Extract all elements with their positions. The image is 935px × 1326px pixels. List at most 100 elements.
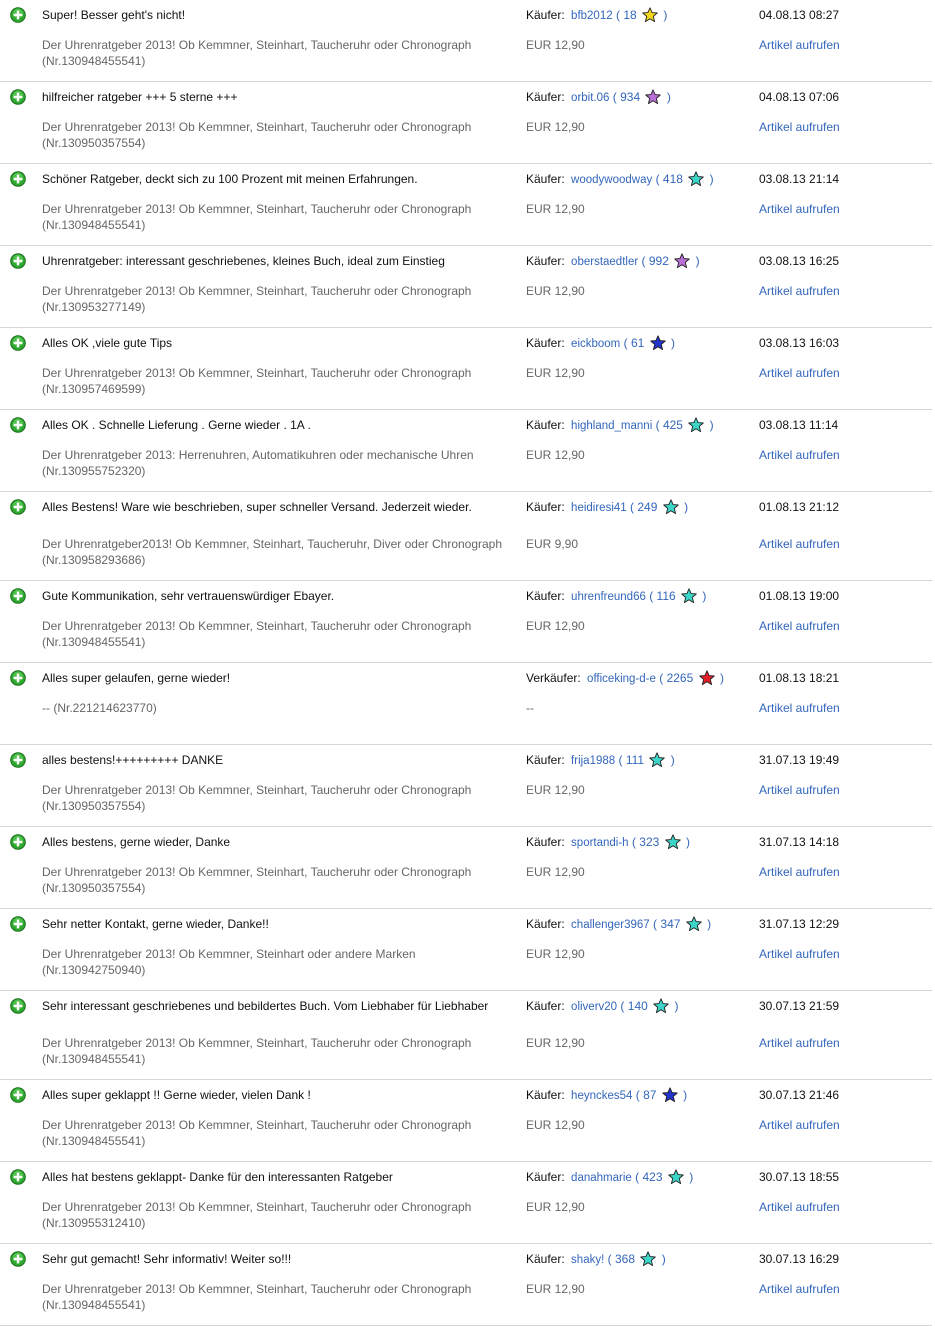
feedback-comment: hilfreicher ratgeber +++ 5 sterne +++ bbox=[42, 90, 238, 104]
score-close-paren: ) bbox=[689, 1170, 694, 1184]
star-icon[interactable] bbox=[662, 1087, 678, 1103]
view-item-link[interactable]: Artikel aufrufen bbox=[759, 1035, 919, 1051]
view-item-link[interactable]: Artikel aufrufen bbox=[759, 1199, 919, 1215]
star-icon[interactable] bbox=[662, 499, 679, 515]
rater-username-link[interactable]: officeking-d-e bbox=[587, 673, 656, 685]
rater-role: Käufer: bbox=[526, 90, 565, 104]
view-item-link[interactable]: Artikel aufrufen bbox=[759, 447, 919, 463]
rater-info: Käufer: danahmarie ( 423 ) bbox=[526, 1169, 756, 1186]
star-icon[interactable] bbox=[649, 752, 666, 768]
rater-username-link[interactable]: challenger3967 bbox=[571, 919, 650, 931]
item-title: Der Uhrenratgeber 2013! Ob Kemmner, Stei… bbox=[42, 1200, 472, 1230]
rater-score-link[interactable]: 423 bbox=[642, 1170, 662, 1184]
rater-score-link[interactable]: 934 bbox=[620, 90, 640, 104]
rater-username-link[interactable]: shaky! bbox=[571, 1254, 604, 1266]
view-item-link[interactable]: Artikel aufrufen bbox=[759, 536, 919, 552]
rater-score-link[interactable]: 61 bbox=[631, 336, 644, 350]
rater-score-link[interactable]: 116 bbox=[657, 589, 676, 603]
view-item-link[interactable]: Artikel aufrufen bbox=[759, 782, 919, 798]
plus-circle-icon bbox=[10, 417, 26, 433]
rater-score-link[interactable]: 368 bbox=[615, 1252, 635, 1266]
rater-username-link[interactable]: orbit.06 bbox=[571, 92, 609, 104]
rater-score-link[interactable]: 323 bbox=[639, 835, 659, 849]
feedback-row: Alles super gelaufen, gerne wieder! -- (… bbox=[0, 663, 932, 745]
star-icon[interactable] bbox=[668, 1169, 684, 1185]
star-icon[interactable] bbox=[649, 335, 666, 351]
score-open-paren: ( bbox=[635, 1170, 640, 1184]
rater-score-link[interactable]: 347 bbox=[660, 917, 680, 931]
feedback-row: alles bestens!+++++++++ DANKE Der Uhrenr… bbox=[0, 745, 932, 827]
rater-username-link[interactable]: bfb2012 bbox=[571, 10, 613, 22]
rater-username-link[interactable]: woodywoodway bbox=[571, 174, 652, 186]
rater-score-link[interactable]: 2265 bbox=[667, 671, 694, 685]
rater-score-link[interactable]: 111 bbox=[626, 753, 644, 767]
star-icon[interactable] bbox=[664, 834, 681, 850]
feedback-row: Alles super geklappt !! Gerne wieder, vi… bbox=[0, 1080, 932, 1162]
view-item-link[interactable]: Artikel aufrufen bbox=[759, 37, 919, 53]
view-item-link[interactable]: Artikel aufrufen bbox=[759, 618, 919, 634]
item-price: EUR 12,90 bbox=[526, 1200, 585, 1214]
view-item-link[interactable]: Artikel aufrufen bbox=[759, 1281, 919, 1297]
feedback-row: Sehr interessant geschriebenes und bebil… bbox=[0, 991, 932, 1080]
view-item-link[interactable]: Artikel aufrufen bbox=[759, 1117, 919, 1133]
star-icon[interactable] bbox=[688, 417, 705, 433]
rater-score-link[interactable]: 87 bbox=[643, 1088, 656, 1102]
rater-score-link[interactable]: 140 bbox=[628, 999, 648, 1013]
score-close-paren: ) bbox=[686, 835, 690, 849]
rater-username-link[interactable]: heidiresi41 bbox=[571, 502, 627, 514]
rater-score-link[interactable]: 425 bbox=[663, 418, 683, 432]
rater-username-link[interactable]: eickboom bbox=[571, 338, 620, 350]
feedback-row: Alles hat bestens geklappt- Danke für de… bbox=[0, 1162, 932, 1244]
star-icon[interactable] bbox=[688, 171, 705, 187]
item-price: EUR 12,90 bbox=[526, 947, 585, 961]
view-item-link[interactable]: Artikel aufrufen bbox=[759, 864, 919, 880]
score-open-paren: ( bbox=[653, 917, 658, 931]
rater-username-link[interactable]: sportandi-h bbox=[571, 837, 629, 849]
feedback-comment: Super! Besser geht's nicht! bbox=[42, 8, 186, 22]
star-icon[interactable] bbox=[640, 1251, 657, 1267]
star-icon[interactable] bbox=[698, 670, 715, 686]
rater-info: Käufer: challenger3967 ( 347 ) bbox=[526, 916, 756, 933]
plus-circle-icon bbox=[10, 998, 26, 1014]
item-price: EUR 12,90 bbox=[526, 783, 585, 797]
rater-info: Käufer: uhrenfreund66 ( 116 ) bbox=[526, 588, 756, 605]
rater-score-link[interactable]: 992 bbox=[649, 254, 669, 268]
feedback-date: 01.08.13 19:00 bbox=[759, 589, 840, 603]
view-item-link[interactable]: Artikel aufrufen bbox=[759, 119, 919, 135]
rater-username-link[interactable]: danahmarie bbox=[571, 1172, 632, 1184]
star-icon[interactable] bbox=[645, 89, 662, 105]
feedback-comment: Sehr gut gemacht! Sehr informativ! Weite… bbox=[42, 1252, 292, 1266]
score-open-paren: ( bbox=[618, 753, 623, 767]
star-icon[interactable] bbox=[681, 588, 697, 604]
rater-username-link[interactable]: oberstaedtler bbox=[571, 256, 638, 268]
item-price: EUR 12,90 bbox=[526, 619, 585, 633]
star-icon[interactable] bbox=[674, 253, 690, 269]
rater-score-link[interactable]: 418 bbox=[663, 172, 683, 186]
rater-username-link[interactable]: heynckes54 bbox=[571, 1090, 632, 1102]
feedback-comment: alles bestens!+++++++++ DANKE bbox=[42, 753, 224, 767]
star-icon[interactable] bbox=[686, 916, 702, 932]
rater-username-link[interactable]: frija1988 bbox=[571, 755, 615, 767]
rater-username-link[interactable]: oliverv20 bbox=[571, 1001, 617, 1013]
feedback-date: 03.08.13 16:25 bbox=[759, 254, 840, 268]
rater-username-link[interactable]: highland_manni bbox=[571, 420, 652, 432]
view-item-link[interactable]: Artikel aufrufen bbox=[759, 365, 919, 381]
item-title: Der Uhrenratgeber 2013! Ob Kemmner, Stei… bbox=[42, 947, 416, 977]
item-price: EUR 12,90 bbox=[526, 202, 585, 216]
rater-role: Käufer: bbox=[526, 8, 565, 22]
item-title: Der Uhrenratgeber 2013! Ob Kemmner, Stei… bbox=[42, 120, 472, 150]
score-close-paren: ) bbox=[695, 254, 700, 268]
view-item-link[interactable]: Artikel aufrufen bbox=[759, 201, 919, 217]
plus-circle-icon bbox=[10, 588, 26, 604]
view-item-link[interactable]: Artikel aufrufen bbox=[759, 283, 919, 299]
item-title: -- (Nr.221214623770) bbox=[42, 701, 157, 715]
rater-score-link[interactable]: 18 bbox=[623, 8, 636, 22]
star-icon[interactable] bbox=[642, 7, 658, 23]
view-item-link[interactable]: Artikel aufrufen bbox=[759, 700, 919, 716]
item-price: EUR 12,90 bbox=[526, 120, 585, 134]
view-item-link[interactable]: Artikel aufrufen bbox=[759, 946, 919, 962]
rater-username-link[interactable]: uhrenfreund66 bbox=[571, 591, 646, 603]
star-icon[interactable] bbox=[653, 998, 669, 1014]
rater-score-link[interactable]: 249 bbox=[637, 500, 657, 514]
score-close-paren: ) bbox=[666, 90, 671, 104]
